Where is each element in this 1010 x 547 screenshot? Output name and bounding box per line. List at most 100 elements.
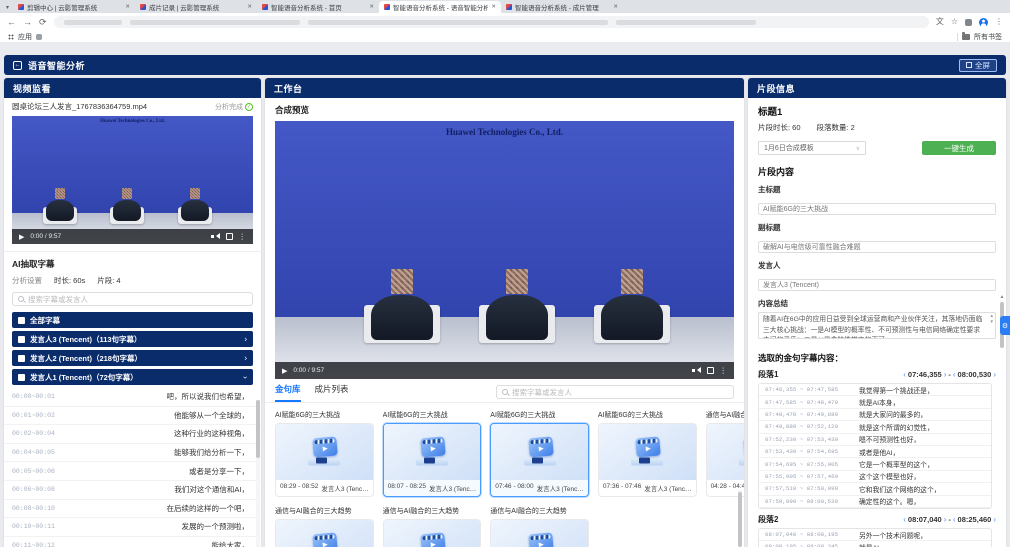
subtitle-row[interactable]: 00:06~00:08 我们对这个通信和AI， xyxy=(4,481,261,500)
subtitle-scrollbar[interactable] xyxy=(256,400,260,547)
quote-card[interactable]: AI赋能6G的三大挑战 07:46 - 08:00 发言人3 (Tenc… xyxy=(490,410,589,497)
subtitle-row[interactable]: 00:04~00:05 能够我们给分析一下， xyxy=(4,444,261,463)
translate-icon[interactable]: 文 xyxy=(936,18,944,26)
exit-icon[interactable]: ← xyxy=(13,61,22,70)
settings-side-handle[interactable]: ⚙ xyxy=(1000,316,1010,335)
scrollbar-thumb[interactable] xyxy=(738,492,742,547)
card-search-input[interactable] xyxy=(512,388,728,397)
main-title-field[interactable] xyxy=(758,203,996,215)
fullscreen-video-icon[interactable] xyxy=(707,367,714,374)
apps-grid-icon[interactable] xyxy=(8,34,14,40)
tab-close-icon[interactable]: ✕ xyxy=(491,4,496,10)
quote-row[interactable]: 07:52,230 ~ 07:53,430 嗯不可预测性也好， xyxy=(759,434,991,446)
tab-close-icon[interactable]: ✕ xyxy=(247,4,252,10)
sub-title-field[interactable] xyxy=(758,241,996,253)
subtitle-row[interactable]: 00:05~00:06 或者是分享一下， xyxy=(4,462,261,481)
browser-tab[interactable]: 智能语音分析系统 - 语音智能分析 ✕ xyxy=(379,1,501,13)
checkbox-icon[interactable] xyxy=(18,355,25,362)
range-start-decrease-icon[interactable]: ‹ xyxy=(903,515,906,524)
speaker-field[interactable] xyxy=(758,279,996,291)
card-search[interactable] xyxy=(496,385,734,399)
checkbox-icon[interactable] xyxy=(18,336,25,343)
chevron-icon[interactable]: › xyxy=(244,334,247,343)
quote-row[interactable]: 08:07,040 ~ 08:08,195 另外一个技术问题呢， xyxy=(759,529,991,541)
tab-close-icon[interactable]: ✕ xyxy=(125,4,130,10)
chevron-icon[interactable]: › xyxy=(244,353,247,362)
quote-row[interactable]: 07:57,510 ~ 07:59,090 它和我们这个网络的这个， xyxy=(759,483,991,495)
quote-row[interactable]: 07:49,880 ~ 07:52,120 就是这个所谓的幻觉性， xyxy=(759,421,991,433)
range-end-decrease-icon[interactable]: ‹ xyxy=(953,515,956,524)
subtitle-row[interactable]: 00:01~00:02 他能够从一个全球的， xyxy=(4,407,261,426)
play-icon[interactable]: ▶ xyxy=(19,233,24,241)
reload-icon[interactable]: ⟳ xyxy=(39,18,47,27)
analysis-settings-label[interactable]: 分析设置 xyxy=(12,275,42,286)
extensions-icon[interactable] xyxy=(965,19,972,26)
generate-button[interactable]: 一键生成 xyxy=(922,141,996,155)
quote-row[interactable]: 07:54,695 ~ 07:55,905 它是一个概率型的这个， xyxy=(759,458,991,470)
play-icon[interactable]: ▶ xyxy=(282,367,287,375)
quote-row[interactable]: 07:48,470 ~ 07:49,880 就是大家问的最多的， xyxy=(759,409,991,421)
subtitle-row[interactable]: 00:08~00:10 在后续的这样的一个吧， xyxy=(4,500,261,519)
quote-card[interactable]: 通信与AI融合的三大趋势 xyxy=(490,506,589,547)
card-grid-scrollbar[interactable] xyxy=(738,490,742,547)
subtitle-row[interactable]: 00:00~00:01 吧，所以说我们也希望， xyxy=(4,388,261,407)
quote-card[interactable]: 通信与AI融合的三大趋势 xyxy=(275,506,374,547)
quote-card[interactable]: 通信与AI融合的三大趋势 xyxy=(383,506,482,547)
quote-row[interactable]: 07:55,905 ~ 07:57,460 这个这个模型也好， xyxy=(759,471,991,483)
fullscreen-button[interactable]: 全屏 xyxy=(959,59,997,72)
browser-menu-icon[interactable]: ⋮ xyxy=(995,18,1003,26)
workbench-tab[interactable]: 成片列表 xyxy=(315,383,349,402)
video-menu-icon[interactable]: ⋮ xyxy=(239,233,247,241)
speaker-group-row[interactable]: 发言人2 (Tencent)（218句字幕） › xyxy=(12,350,253,366)
back-nav-icon[interactable]: ← xyxy=(7,18,16,27)
bookmark-item-icon[interactable] xyxy=(36,34,42,40)
range-end-increase-icon[interactable]: › xyxy=(993,515,996,524)
browser-tab[interactable]: 智能语音分析系统 - 成片管理 ✕ xyxy=(501,1,623,13)
subtitle-search[interactable] xyxy=(12,292,253,306)
quote-row[interactable]: 07:59,090 ~ 08:00,530 确定性的这个。嗯， xyxy=(759,496,991,508)
video-menu-icon[interactable]: ⋮ xyxy=(720,367,728,375)
tab-search-caret-icon[interactable]: ▾ xyxy=(2,2,13,13)
template-select[interactable]: 1月6日合成模板 ∨ xyxy=(758,141,866,155)
quote-row[interactable]: 07:53,430 ~ 07:54,695 或者是他AI， xyxy=(759,446,991,458)
range-end-decrease-icon[interactable]: ‹ xyxy=(953,370,956,379)
all-bookmarks-label[interactable]: 所有书签 xyxy=(974,32,1002,42)
summary-scroll-arrows[interactable]: ▲ ▼ xyxy=(990,314,994,324)
tab-close-icon[interactable]: ✕ xyxy=(369,4,374,10)
checkbox-icon[interactable] xyxy=(18,317,25,324)
fullscreen-video-icon[interactable] xyxy=(226,233,233,240)
speaker-group-row[interactable]: 发言人3 (Tencent)（113句字幕） › xyxy=(12,331,253,347)
subtitle-row[interactable]: 00:11~00:12 能给大家， xyxy=(4,537,261,547)
speaker-group-row[interactable]: 发言人1 (Tencent)（72句字幕） › xyxy=(12,369,253,385)
browser-tab[interactable]: 成片记录 | 云影管理系统 ✕ xyxy=(135,1,257,13)
quote-row[interactable]: 07:46,355 ~ 07:47,585 我觉得第一个挑战还是， xyxy=(759,384,991,396)
range-start-increase-icon[interactable]: › xyxy=(944,515,947,524)
monitor-video-player[interactable]: Huawei Technologies Co., Ltd. ▶ 0:00 / 9… xyxy=(12,116,253,244)
all-bookmarks-folder-icon[interactable] xyxy=(962,34,970,40)
quote-card[interactable]: AI赋能6G的三大挑战 07:36 - 07:46 发言人3 (Tenc… xyxy=(598,410,697,497)
quote-row[interactable]: 07:47,585 ~ 07:48,470 就是AI本身， xyxy=(759,396,991,408)
browser-tab[interactable]: 智能语音分析系统 - 首页 ✕ xyxy=(257,1,379,13)
workbench-tab[interactable]: 金句库 xyxy=(275,383,301,402)
tab-close-icon[interactable]: ✕ xyxy=(613,4,618,10)
range-start-increase-icon[interactable]: › xyxy=(944,370,947,379)
quote-card[interactable]: AI赋能6G的三大挑战 08:29 - 08:52 发言人3 (Tenc… xyxy=(275,410,374,497)
range-end-increase-icon[interactable]: › xyxy=(993,370,996,379)
browser-tab[interactable]: 剪辑中心 | 云影管理系统 ✕ xyxy=(13,1,135,13)
preview-video-player[interactable]: Huawei Technologies Co., Ltd. ▶ 0:00 / 9… xyxy=(275,121,734,379)
volume-icon[interactable] xyxy=(211,233,220,240)
quote-card[interactable]: 通信与AI融合的三大趋势 04:28 - 04:48 发言人2 (Tenc… xyxy=(706,410,744,497)
summary-field[interactable]: 随着AI在6G中的应用日益受到全球运营商和产业伙伴关注，其落地仍面临三大核心挑战… xyxy=(758,312,996,339)
apps-label[interactable]: 应用 xyxy=(18,32,32,42)
subtitle-row[interactable]: 00:10~00:11 发展的一个预测啦， xyxy=(4,518,261,537)
subtitle-row[interactable]: 00:02~00:04 这种行业的这种视角， xyxy=(4,425,261,444)
checkbox-icon[interactable] xyxy=(18,374,25,381)
range-start-decrease-icon[interactable]: ‹ xyxy=(903,370,906,379)
scroll-up-icon[interactable]: ▲ xyxy=(999,294,1005,300)
scrollbar-thumb[interactable] xyxy=(256,400,260,458)
bookmark-star-icon[interactable]: ☆ xyxy=(951,18,958,26)
quote-card[interactable]: AI赋能6G的三大挑战 08:07 - 08:25 发言人3 (Tenc… xyxy=(383,410,482,497)
speaker-group-row[interactable]: 全部字幕 › xyxy=(12,312,253,328)
quote-row[interactable]: 08:08,195 ~ 08:09,245 就是AI， xyxy=(759,541,991,547)
volume-icon[interactable] xyxy=(692,367,701,374)
